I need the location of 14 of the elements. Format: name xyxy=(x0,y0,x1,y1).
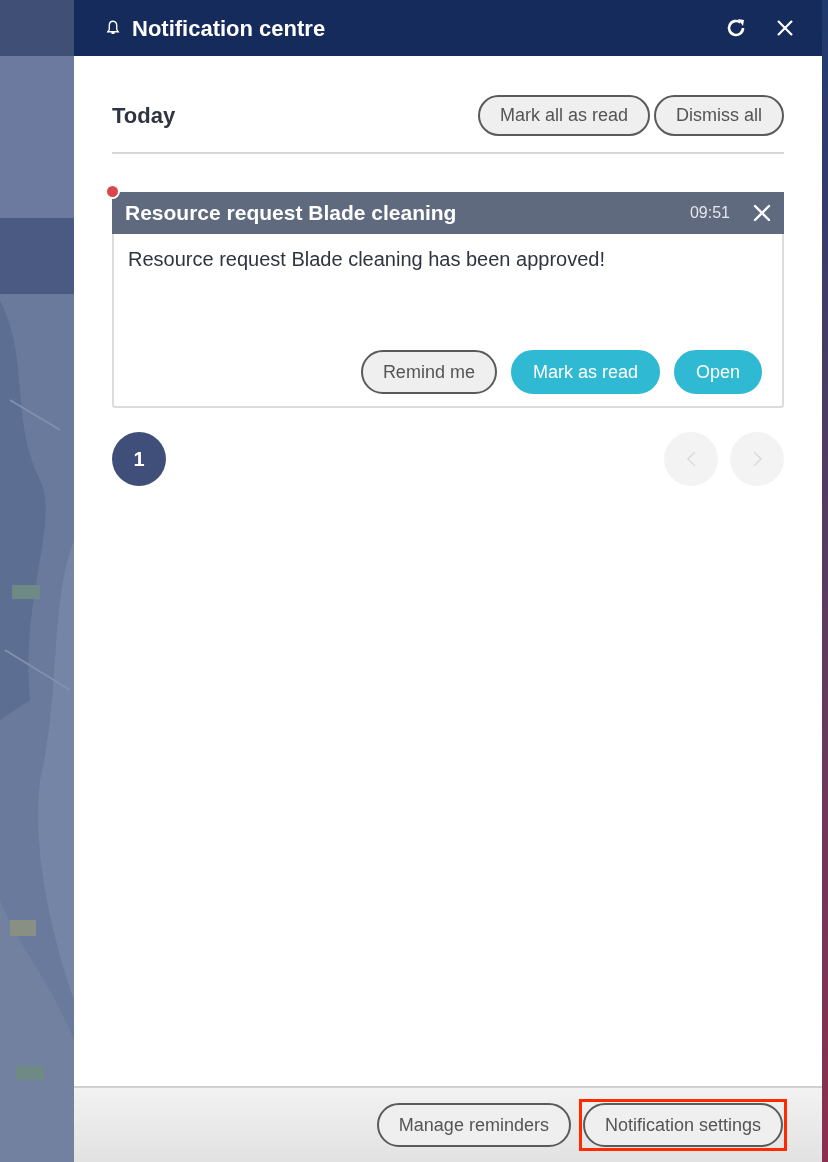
section-title: Today xyxy=(112,101,176,130)
window-title: Notification centre xyxy=(132,14,326,43)
close-button[interactable] xyxy=(774,17,796,39)
footer-button[interactable]: Manage reminders xyxy=(376,1103,571,1147)
pill-button[interactable]: Mark all as read xyxy=(477,94,650,136)
bell-icon xyxy=(104,19,122,37)
footer-button[interactable]: Notification settings xyxy=(582,1103,783,1147)
close-icon xyxy=(774,17,796,39)
notification-title: Resource request Blade cleaning xyxy=(125,200,457,227)
page-button[interactable]: 1 xyxy=(112,432,166,486)
notification-message: Resource request Blade cleaning has been approved! xyxy=(127,247,606,272)
action-button[interactable]: Remind me xyxy=(360,350,497,394)
pill-button[interactable]: Dismiss all xyxy=(654,94,784,136)
notification-time: 09:51 xyxy=(689,203,730,223)
